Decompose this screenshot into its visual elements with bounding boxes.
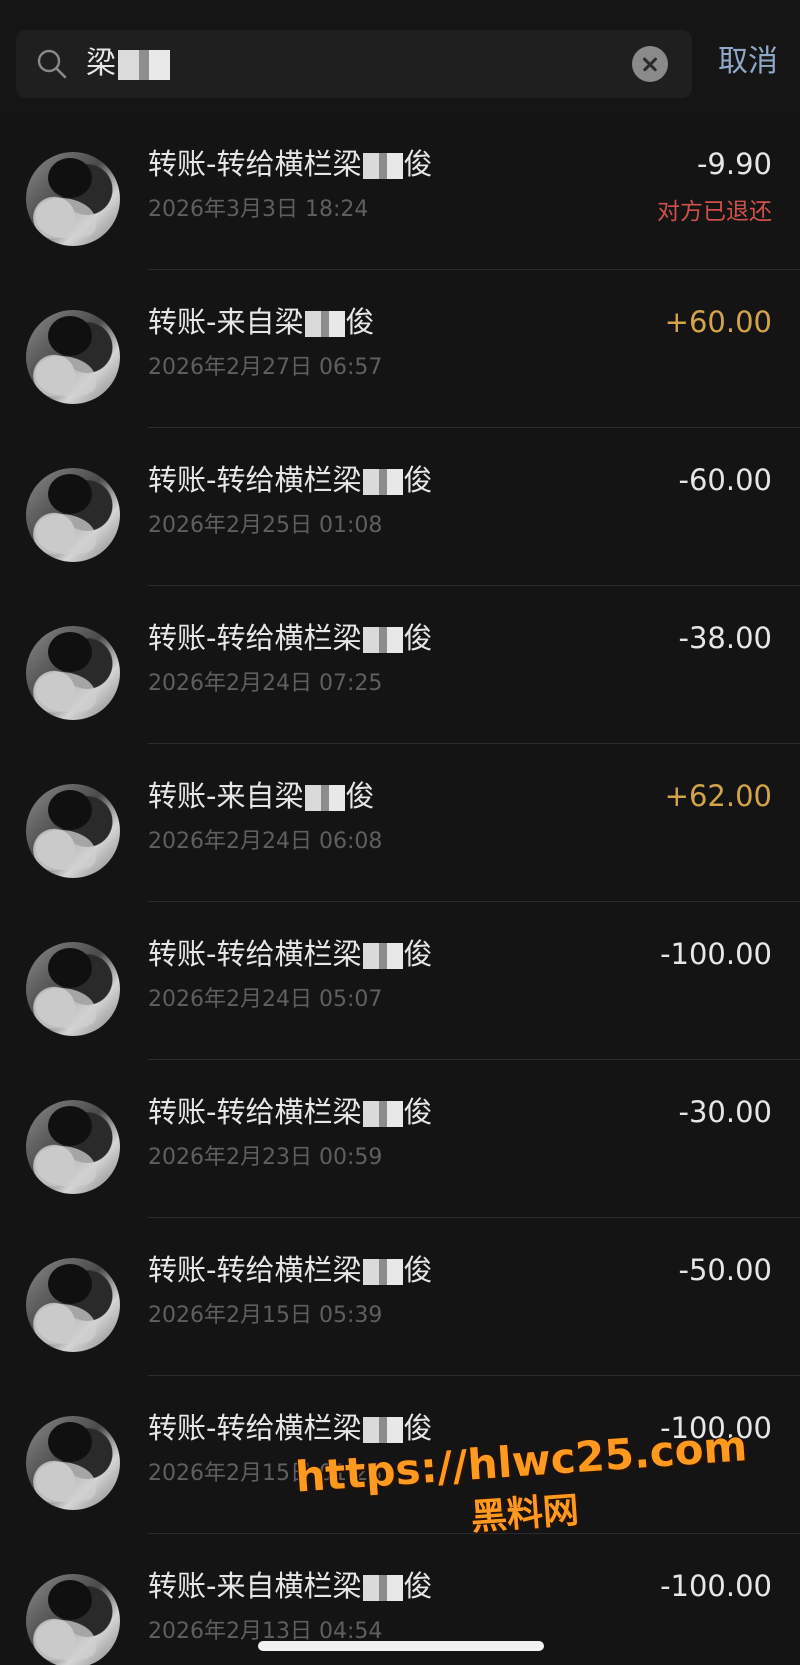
censor-mosaic bbox=[363, 1417, 404, 1443]
transaction-title: 转账-来自梁 俊 bbox=[148, 302, 374, 342]
transaction-title-text: 转账-来自梁 bbox=[148, 779, 304, 813]
transaction-time: 2026年2月24日 05:07 bbox=[148, 987, 383, 1012]
avatar bbox=[26, 1574, 120, 1665]
search-box[interactable]: 梁 bbox=[16, 30, 692, 98]
transaction-row[interactable]: 转账-转给横栏梁 俊 2026年3月3日 18:24 -9.90 对方已退还 bbox=[0, 112, 800, 270]
transaction-row[interactable]: 转账-转给横栏梁 俊 2026年2月15日 05:39 -50.00 bbox=[0, 1218, 800, 1376]
censor-mosaic bbox=[305, 785, 346, 811]
transaction-time: 2026年2月24日 07:25 bbox=[148, 671, 383, 696]
transaction-title: 转账-转给横栏梁 俊 bbox=[148, 460, 432, 500]
transaction-title-text: 转账-转给横栏梁 bbox=[148, 463, 362, 497]
transaction-title-text: 转账-来自梁 bbox=[148, 305, 304, 339]
transaction-time: 2026年2月23日 00:59 bbox=[148, 1145, 383, 1170]
clear-search-button[interactable] bbox=[632, 46, 668, 82]
transaction-title-text: 转账-转给横栏梁 bbox=[148, 621, 362, 655]
avatar bbox=[26, 626, 120, 720]
transaction-amount: -60.00 bbox=[678, 463, 773, 497]
transaction-row[interactable]: 转账-转给横栏梁 俊 2026年2月23日 00:59 -30.00 bbox=[0, 1060, 800, 1218]
search-icon bbox=[37, 49, 67, 79]
search-input[interactable]: 梁 bbox=[86, 44, 170, 84]
avatar bbox=[26, 942, 120, 1036]
transaction-title: 转账-转给横栏梁 俊 bbox=[148, 1092, 432, 1132]
transaction-amount: -38.00 bbox=[678, 621, 773, 655]
transaction-amount: +62.00 bbox=[664, 779, 772, 813]
transaction-title: 转账-来自梁 俊 bbox=[148, 776, 374, 816]
censor-mosaic bbox=[305, 311, 346, 337]
transaction-title-suffix: 俊 bbox=[403, 937, 433, 971]
censor-mosaic bbox=[363, 153, 404, 179]
home-indicator bbox=[258, 1641, 544, 1651]
transaction-amount: +60.00 bbox=[664, 305, 772, 339]
transaction-row[interactable]: 转账-来自梁 俊 2026年2月24日 06:08 +62.00 bbox=[0, 744, 800, 902]
transaction-row[interactable]: 转账-转给横栏梁 俊 2026年2月24日 07:25 -38.00 bbox=[0, 586, 800, 744]
avatar bbox=[26, 1416, 120, 1510]
transaction-amount: -30.00 bbox=[678, 1095, 773, 1129]
transaction-title-suffix: 俊 bbox=[345, 305, 375, 339]
transaction-status: 对方已退还 bbox=[657, 199, 772, 225]
transaction-title-suffix: 俊 bbox=[403, 1569, 433, 1603]
censor-mosaic bbox=[363, 1101, 404, 1127]
transaction-time: 2026年3月3日 18:24 bbox=[148, 197, 369, 222]
transaction-time: 2026年2月15日 05:39 bbox=[148, 1303, 383, 1328]
censor-mosaic bbox=[363, 1575, 404, 1601]
transaction-title-text: 转账-转给横栏梁 bbox=[148, 937, 362, 971]
transaction-amount: -50.00 bbox=[678, 1253, 773, 1287]
censor-mosaic bbox=[363, 1259, 404, 1285]
transaction-time: 2026年2月24日 06:08 bbox=[148, 829, 383, 854]
avatar bbox=[26, 784, 120, 878]
cancel-button[interactable]: 取消 bbox=[718, 42, 778, 82]
transaction-amount: -100.00 bbox=[660, 1411, 772, 1445]
transaction-amount: -100.00 bbox=[660, 937, 772, 971]
censor-mosaic bbox=[363, 627, 404, 653]
avatar bbox=[26, 1258, 120, 1352]
transaction-amount: -100.00 bbox=[660, 1569, 772, 1603]
avatar bbox=[26, 1100, 120, 1194]
transaction-amount: -9.90 bbox=[696, 147, 772, 181]
censor-mosaic bbox=[363, 469, 404, 495]
transaction-row[interactable]: 转账-转给横栏梁 俊 2026年2月24日 05:07 -100.00 bbox=[0, 902, 800, 1060]
transaction-title-text: 转账-来自横栏梁 bbox=[148, 1569, 362, 1603]
search-bar: 梁 取消 bbox=[0, 0, 800, 112]
transaction-title-suffix: 俊 bbox=[345, 779, 375, 813]
transaction-title-suffix: 俊 bbox=[403, 621, 433, 655]
transaction-title-text: 转账-转给横栏梁 bbox=[148, 1253, 362, 1287]
transaction-title: 转账-转给横栏梁 俊 bbox=[148, 618, 432, 658]
transaction-title: 转账-转给横栏梁 俊 bbox=[148, 1408, 432, 1448]
transaction-title: 转账-转给横栏梁 俊 bbox=[148, 1250, 432, 1290]
transaction-title-suffix: 俊 bbox=[403, 1411, 433, 1445]
transaction-list: 转账-转给横栏梁俊 2026年3月3日 18:24 -9.90 对方已退还 转账-来自梁… bbox=[0, 112, 800, 1665]
avatar bbox=[26, 468, 120, 562]
transaction-title-text: 转账-转给横栏梁 bbox=[148, 1411, 362, 1445]
transaction-title-suffix: 俊 bbox=[403, 463, 433, 497]
transaction-time: 2026年2月15日 01:23 bbox=[148, 1461, 383, 1486]
transaction-row[interactable]: 转账-来自梁 俊 2026年2月27日 06:57 +60.00 bbox=[0, 270, 800, 428]
transaction-title: 转账-转给横栏梁 俊 bbox=[148, 144, 432, 184]
transaction-title-suffix: 俊 bbox=[403, 1253, 433, 1287]
search-query: 梁 bbox=[86, 46, 116, 81]
transaction-title: 转账-来自横栏梁 俊 bbox=[148, 1566, 432, 1606]
transaction-title-suffix: 俊 bbox=[403, 1095, 433, 1129]
avatar bbox=[26, 310, 120, 404]
transaction-title-text: 转账-转给横栏梁 bbox=[148, 1095, 362, 1129]
transaction-time: 2026年2月25日 01:08 bbox=[148, 513, 383, 538]
transaction-title-suffix: 俊 bbox=[403, 147, 433, 181]
censor-mosaic bbox=[363, 943, 404, 969]
transaction-title-text: 转账-转给横栏梁 bbox=[148, 147, 362, 181]
censor-mosaic bbox=[118, 49, 170, 80]
avatar bbox=[26, 152, 120, 246]
transaction-row[interactable]: 转账-转给横栏梁 俊 2026年2月15日 01:23 -100.00 bbox=[0, 1376, 800, 1534]
transaction-row[interactable]: 转账-转给横栏梁 俊 2026年2月25日 01:08 -60.00 bbox=[0, 428, 800, 586]
transaction-time: 2026年2月27日 06:57 bbox=[148, 355, 383, 380]
transaction-title: 转账-转给横栏梁 俊 bbox=[148, 934, 432, 974]
